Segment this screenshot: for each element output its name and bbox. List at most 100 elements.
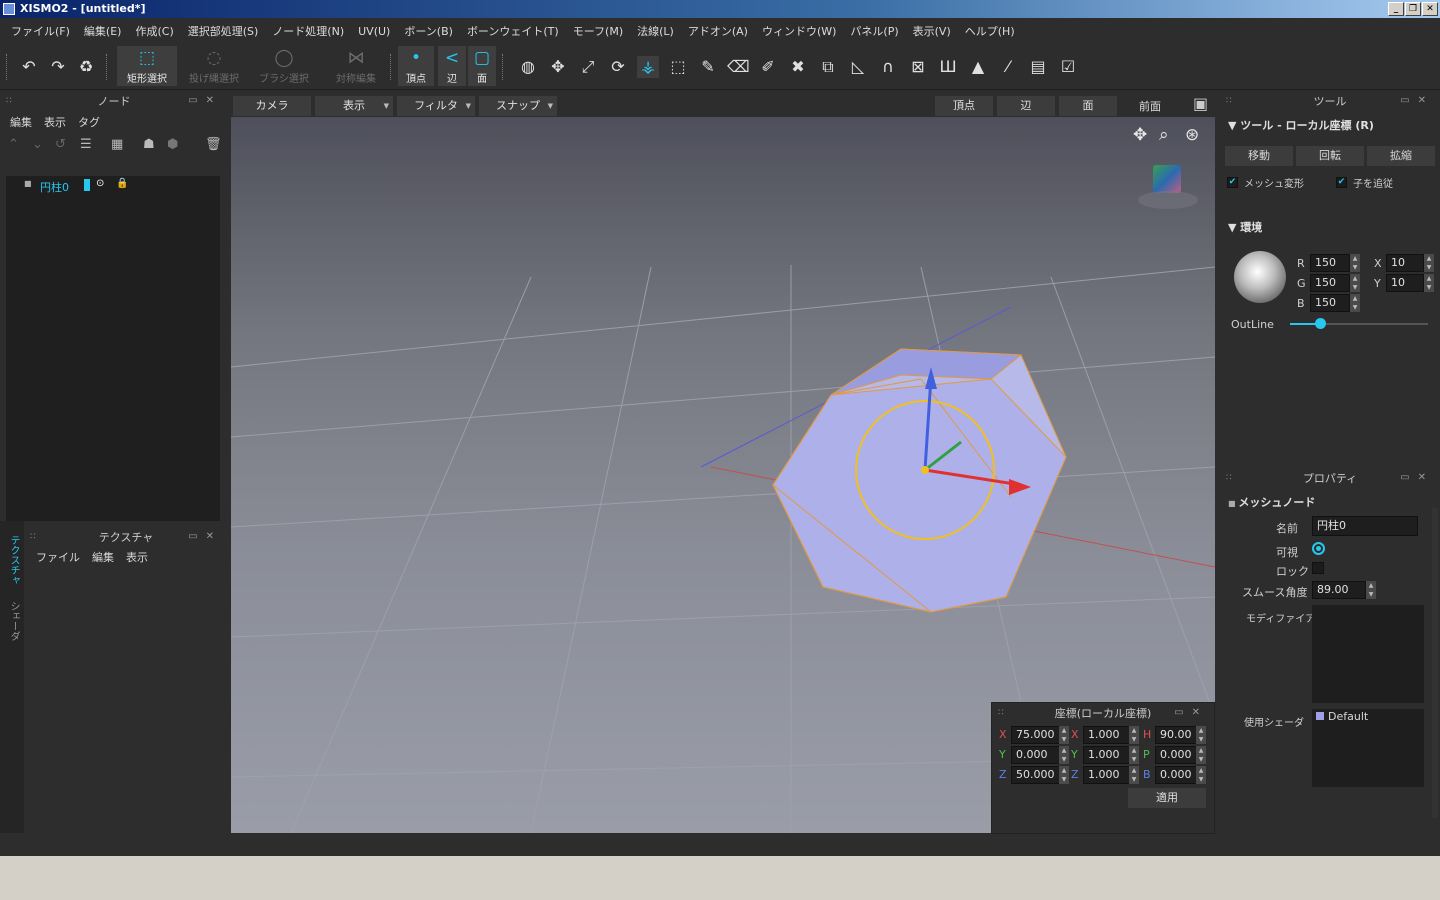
mesh-deform-checkbox[interactable]: ✔ [1227,177,1238,188]
merge-icon[interactable]: ✖ [787,56,809,78]
spin-icon[interactable]: ▲ ▼ [1129,766,1139,784]
pos-z-field[interactable]: 50.000 [1011,766,1061,784]
drag-grip-icon[interactable]: ∷ [1226,97,1234,106]
lasso-select-button[interactable]: ◌ 投げ縄選択 [184,46,244,86]
env-g-field[interactable]: 150 [1310,274,1350,292]
spin-icon[interactable]: ▲ ▼ [1196,726,1206,744]
menu-bone[interactable]: ボーン(B) [397,23,460,39]
outline-slider-track[interactable] [1290,318,1428,329]
menu-morph[interactable]: モーフ(M) [566,23,630,39]
filter-dropdown[interactable]: フィルタ ▼ [397,96,475,116]
undo-icon[interactable]: ↶ [18,56,40,78]
vertex-filter-button[interactable]: 頂点 [935,96,993,116]
rot-p-field[interactable]: 0.000 [1155,746,1199,764]
tree-item[interactable]: ■ 円柱0 ⊙ 🔒 [6,178,220,194]
grid-icon[interactable]: ▦ [111,137,123,152]
drag-grip-icon[interactable]: ∷ [1226,474,1234,483]
node-menu-tag[interactable]: タグ [72,114,106,130]
env-b-field[interactable]: 150 [1310,294,1350,312]
cube-icon[interactable]: ⬢ [167,137,178,152]
spin-icon[interactable]: ▲ ▼ [1129,726,1139,744]
menu-create[interactable]: 作成(C) [128,23,180,39]
tab-texture[interactable]: テクスチャ [6,535,21,585]
scale-icon[interactable]: ⤢ [577,56,599,78]
collapse-icon[interactable]: ⊠ [907,56,929,78]
menu-selection[interactable]: 選択部処理(S) [181,23,266,39]
menu-help[interactable]: ヘルプ(H) [958,23,1022,39]
edge-mode-button[interactable]: < 辺 [438,46,466,86]
panel-window-buttons[interactable]: ▭✕ [1174,707,1208,718]
properties-scrollbar[interactable] [1432,508,1438,818]
drag-grip-icon[interactable]: ∷ [6,97,14,106]
env-x-field[interactable]: 10 [1386,254,1424,272]
outline-slider-knob[interactable] [1315,318,1327,329]
env-section-header[interactable]: ▼ 環境 [1228,219,1262,235]
panel-window-buttons[interactable]: ▭✕ [188,531,222,542]
knife-icon[interactable]: ✐ [757,56,779,78]
drag-grip-icon[interactable]: ∷ [998,709,1006,718]
bridge-icon[interactable]: ∩ [877,56,899,78]
node-menu-edit[interactable]: 編集 [4,114,38,130]
snap-dropdown[interactable]: スナップ ▼ [479,96,557,116]
pan-icon[interactable]: ✥ [1133,125,1147,145]
face-mode-button[interactable]: ▢ 面 [468,46,496,86]
shader-item[interactable]: Default [1328,710,1368,723]
scale-x-field[interactable]: 1.000 [1083,726,1133,744]
texture-menu-file[interactable]: ファイル [30,549,86,565]
drag-grip-icon[interactable]: ∷ [30,533,38,542]
visible-radio[interactable] [1312,542,1325,555]
eraser-icon[interactable]: ⌫ [727,56,750,78]
move-icon[interactable]: ✥ [547,56,569,78]
menu-node[interactable]: ノード処理(N) [265,23,351,39]
face-filter-button[interactable]: 面 [1059,96,1117,116]
spin-icon[interactable]: ▲ ▼ [1059,766,1069,784]
display-dropdown[interactable]: 表示 ▼ [315,96,393,116]
spin-icon[interactable]: ▲ ▼ [1350,294,1360,312]
pos-y-field[interactable]: 0.000 [1011,746,1061,764]
texture-menu-edit[interactable]: 編集 [86,549,120,565]
camera-button[interactable]: カメラ [233,96,311,116]
close-button[interactable]: ✕ [1422,2,1438,16]
menu-view[interactable]: 表示(V) [906,23,958,39]
spin-icon[interactable]: ▲ ▼ [1350,274,1360,292]
marquee-icon[interactable]: ⬚ [667,56,689,78]
menu-uv[interactable]: UV(U) [351,25,397,38]
transform-gizmo-icon[interactable]: ⚶ [637,56,659,78]
move-down-icon[interactable]: ⌄ [32,137,43,152]
env-y-field[interactable]: 10 [1386,274,1424,292]
tool-section-header[interactable]: ▼ ツール - ローカル座標 (R) [1228,117,1374,133]
vertex-mode-button[interactable]: • 頂点 [398,46,434,86]
rotate-icon[interactable]: ⟳ [607,56,629,78]
box-select-icon[interactable]: ⧉ [817,56,839,78]
pencil-icon[interactable]: ✎ [697,56,719,78]
rect-select-button[interactable]: ⬚ 矩形選択 [117,46,177,86]
bag-icon[interactable]: ▲ [967,56,989,78]
node-menu-view[interactable]: 表示 [38,114,72,130]
bevel-icon[interactable]: ◺ [847,56,869,78]
redo-icon[interactable]: ↷ [47,56,69,78]
recycle-icon[interactable]: ♻ [75,56,97,78]
orbit-icon[interactable]: ⊛ [1185,125,1199,145]
rot-b-field[interactable]: 0.000 [1155,766,1199,784]
globe-icon[interactable]: ◍ [517,56,539,78]
visible-eye-icon[interactable]: ⊙ [96,178,104,189]
scale-y-field[interactable]: 1.000 [1083,746,1133,764]
spin-icon[interactable]: ▲ ▼ [1129,746,1139,764]
shader-list[interactable]: Default [1312,709,1424,787]
move-up-icon[interactable]: ⌃ [8,137,19,152]
menu-normal[interactable]: 法線(L) [630,23,681,39]
tab-move[interactable]: 移動 [1225,146,1293,166]
menu-boneweight[interactable]: ボーンウェイト(T) [460,23,566,39]
pos-x-field[interactable]: 75.000 [1011,726,1061,744]
panel-window-buttons[interactable]: ▭✕ [188,95,222,106]
uv-icon[interactable]: Ш [937,56,959,78]
maximize-button[interactable]: ❐ [1405,2,1421,16]
spin-icon[interactable]: ▲ ▼ [1366,581,1376,599]
spin-icon[interactable]: ▲ ▼ [1424,274,1434,292]
lock-icon[interactable]: 🔒 [116,178,128,189]
brush-icon[interactable]: ⁄ [997,56,1019,78]
smooth-angle-field[interactable]: 89.00 [1312,581,1366,599]
modifier-list[interactable] [1312,605,1424,703]
panel-window-buttons[interactable]: ▭✕ [1400,472,1434,483]
undo-node-icon[interactable]: ↺ [55,137,66,152]
